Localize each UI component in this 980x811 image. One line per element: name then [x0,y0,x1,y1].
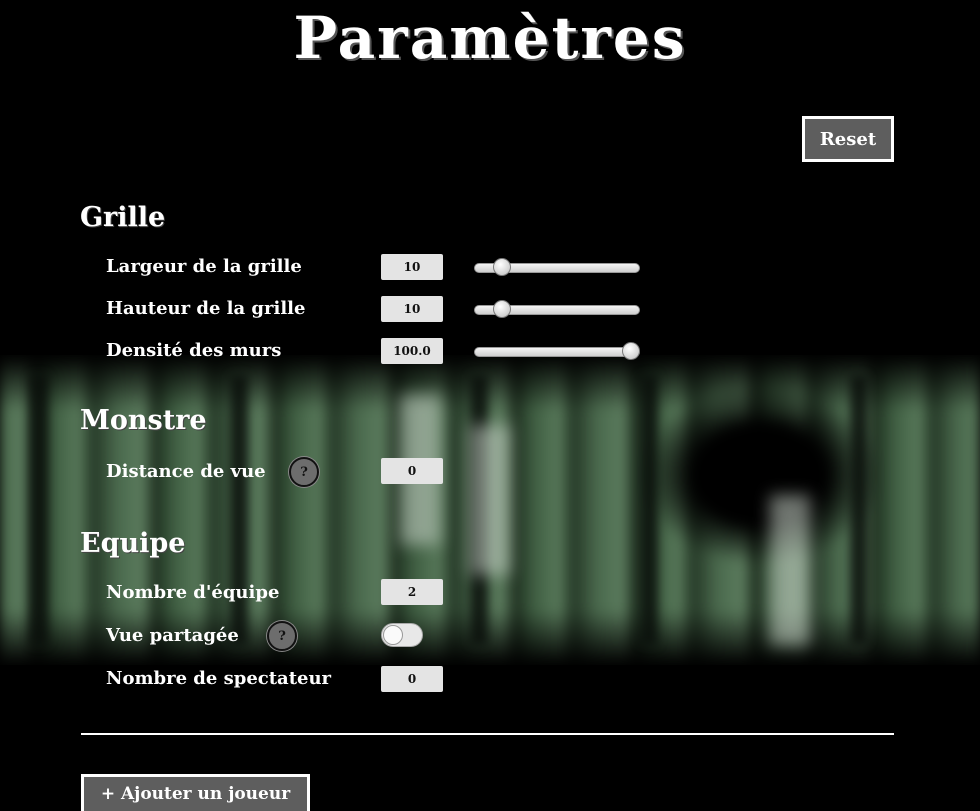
help-icon[interactable]: ? [267,621,297,651]
add-player-button[interactable]: + Ajouter un joueur [81,774,310,811]
slider-thumb[interactable] [622,342,640,360]
view-distance-input[interactable]: 0 [381,458,443,484]
help-icon[interactable]: ? [289,457,319,487]
section-title-equipe: Equipe [80,528,186,559]
toggle-knob [383,625,403,645]
section-title-grille: Grille [80,202,166,233]
view-distance-label: Distance de vue [106,461,266,482]
wall-density-input[interactable]: 100.0 [381,338,443,364]
divider [81,733,894,735]
shared-view-label: Vue partagée [106,625,239,646]
slider-thumb[interactable] [493,258,512,276]
slider-thumb[interactable] [493,300,512,318]
forest-background [0,355,980,665]
page-title: Paramètres [293,4,687,72]
grid-width-input[interactable]: 10 [381,254,443,280]
spectator-count-input[interactable]: 0 [381,666,443,692]
section-title-monstre: Monstre [80,405,207,436]
grid-width-label: Largeur de la grille [106,256,302,277]
team-count-input[interactable]: 2 [381,579,443,605]
spectator-count-label: Nombre de spectateur [106,668,332,689]
team-count-label: Nombre d'équipe [106,582,280,603]
reset-button[interactable]: Reset [802,116,894,162]
wall-density-slider[interactable] [474,342,640,360]
grid-width-slider[interactable] [474,258,640,276]
wall-density-label: Densité des murs [106,340,282,361]
grid-height-label: Hauteur de la grille [106,298,306,319]
shared-view-toggle[interactable] [381,623,423,647]
grid-height-input[interactable]: 10 [381,296,443,322]
grid-height-slider[interactable] [474,300,640,318]
